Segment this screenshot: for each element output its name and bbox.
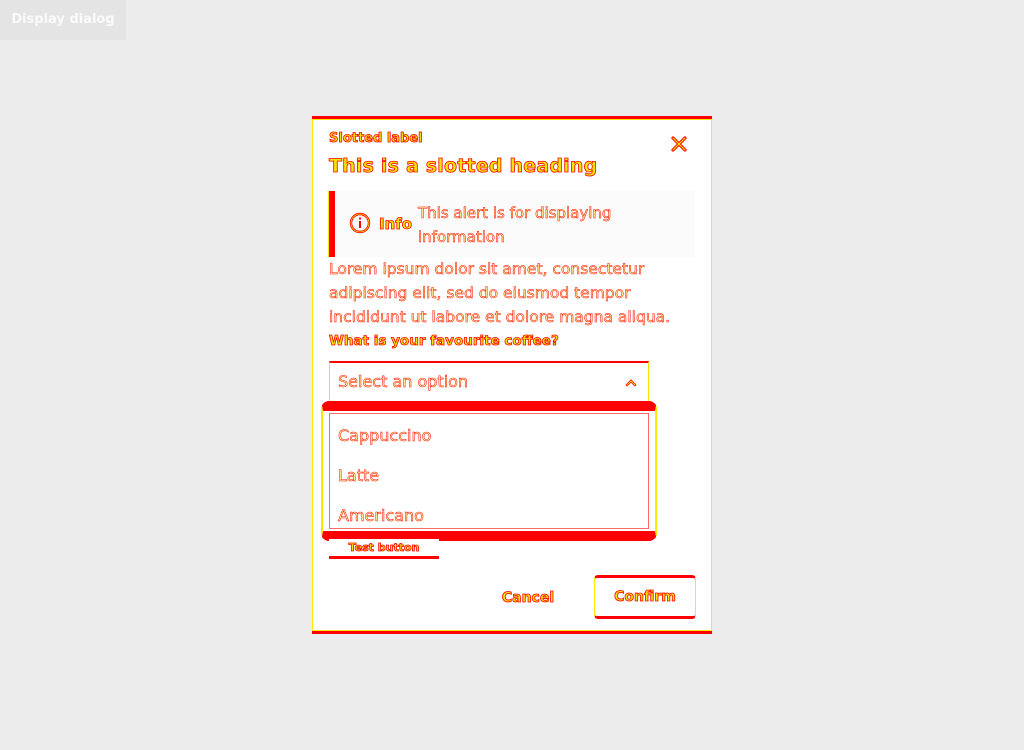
listbox-panel: Cappuccino Latte Americano [329,413,649,529]
info-circle-icon [349,212,371,234]
coffee-select[interactable]: Select an option [329,361,649,401]
option-latte[interactable]: Latte [338,466,380,486]
page: Display dialog Slotted label This is a s… [0,0,1024,750]
dialog-heading: This is a slotted heading [329,155,598,178]
dialog: Slotted label This is a slotted heading … [312,116,712,634]
close-icon [671,136,687,156]
option-cappuccino[interactable]: Cappuccino [338,426,432,446]
display-dialog-button[interactable]: Display dialog [0,0,126,40]
select-label: What is your favourite coffee? [329,333,560,350]
dialog-body-text: Lorem ipsum dolor sit amet, consectetur … [329,260,671,327]
alert-text: This alert is for displaying information [418,204,612,247]
alert-title: Info [379,215,413,234]
info-alert: Info This alert is for displaying inform… [329,191,695,257]
test-button[interactable]: Test button [329,539,439,559]
dialog-label: Slotted label [329,131,423,147]
cancel-button[interactable]: Cancel [498,585,558,611]
option-americano[interactable]: Americano [338,506,424,526]
confirm-button[interactable]: Confirm [594,575,696,619]
chevron-up-icon [624,375,638,389]
coffee-options-listbox: Cappuccino Latte Americano [321,401,657,541]
close-button[interactable] [668,135,690,157]
select-placeholder: Select an option [338,372,469,392]
